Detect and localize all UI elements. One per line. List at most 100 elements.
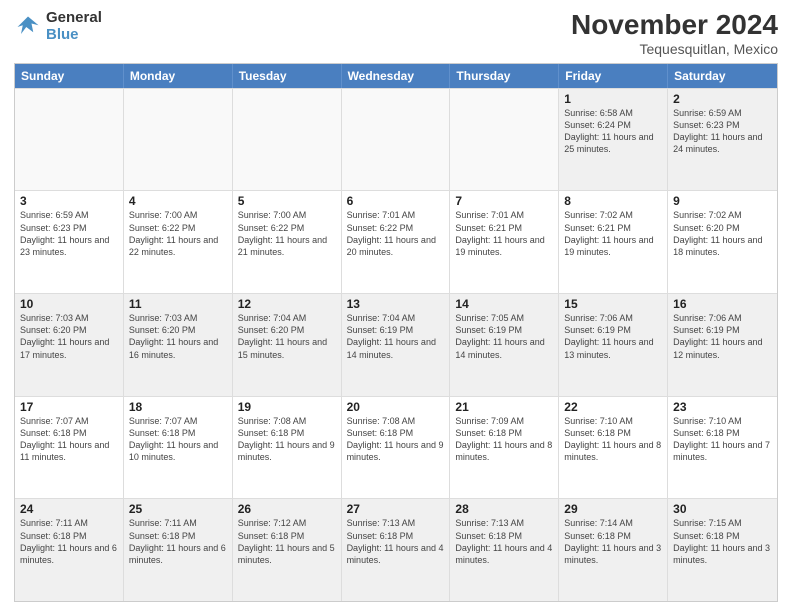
cal-cell-15: 15Sunrise: 7:06 AM Sunset: 6:19 PM Dayli… bbox=[559, 294, 668, 396]
cal-cell-20: 20Sunrise: 7:08 AM Sunset: 6:18 PM Dayli… bbox=[342, 397, 451, 499]
day-number: 10 bbox=[20, 297, 118, 311]
cal-cell-17: 17Sunrise: 7:07 AM Sunset: 6:18 PM Dayli… bbox=[15, 397, 124, 499]
day-number: 9 bbox=[673, 194, 772, 208]
day-number: 14 bbox=[455, 297, 553, 311]
logo-icon bbox=[14, 13, 42, 41]
day-info: Sunrise: 7:10 AM Sunset: 6:18 PM Dayligh… bbox=[564, 415, 662, 464]
header-day-friday: Friday bbox=[559, 64, 668, 88]
day-info: Sunrise: 7:11 AM Sunset: 6:18 PM Dayligh… bbox=[20, 517, 118, 566]
header-day-wednesday: Wednesday bbox=[342, 64, 451, 88]
logo-line2: Blue bbox=[46, 27, 102, 44]
day-number: 3 bbox=[20, 194, 118, 208]
day-info: Sunrise: 7:01 AM Sunset: 6:22 PM Dayligh… bbox=[347, 209, 445, 258]
day-info: Sunrise: 7:14 AM Sunset: 6:18 PM Dayligh… bbox=[564, 517, 662, 566]
day-info: Sunrise: 7:08 AM Sunset: 6:18 PM Dayligh… bbox=[238, 415, 336, 464]
page: General Blue November 2024 Tequesquitlan… bbox=[0, 0, 792, 612]
cal-cell-29: 29Sunrise: 7:14 AM Sunset: 6:18 PM Dayli… bbox=[559, 499, 668, 601]
day-info: Sunrise: 7:03 AM Sunset: 6:20 PM Dayligh… bbox=[20, 312, 118, 361]
header-day-sunday: Sunday bbox=[15, 64, 124, 88]
cal-cell-empty-0-4 bbox=[450, 89, 559, 191]
header-day-tuesday: Tuesday bbox=[233, 64, 342, 88]
cal-cell-empty-0-3 bbox=[342, 89, 451, 191]
day-number: 22 bbox=[564, 400, 662, 414]
day-info: Sunrise: 7:06 AM Sunset: 6:19 PM Dayligh… bbox=[673, 312, 772, 361]
day-number: 1 bbox=[564, 92, 662, 106]
day-number: 12 bbox=[238, 297, 336, 311]
day-info: Sunrise: 7:15 AM Sunset: 6:18 PM Dayligh… bbox=[673, 517, 772, 566]
cal-cell-30: 30Sunrise: 7:15 AM Sunset: 6:18 PM Dayli… bbox=[668, 499, 777, 601]
day-number: 5 bbox=[238, 194, 336, 208]
cal-cell-8: 8Sunrise: 7:02 AM Sunset: 6:21 PM Daylig… bbox=[559, 191, 668, 293]
day-info: Sunrise: 7:00 AM Sunset: 6:22 PM Dayligh… bbox=[238, 209, 336, 258]
day-info: Sunrise: 7:02 AM Sunset: 6:20 PM Dayligh… bbox=[673, 209, 772, 258]
header-day-monday: Monday bbox=[124, 64, 233, 88]
day-number: 27 bbox=[347, 502, 445, 516]
day-number: 26 bbox=[238, 502, 336, 516]
day-info: Sunrise: 7:10 AM Sunset: 6:18 PM Dayligh… bbox=[673, 415, 772, 464]
cal-cell-2: 2Sunrise: 6:59 AM Sunset: 6:23 PM Daylig… bbox=[668, 89, 777, 191]
day-number: 24 bbox=[20, 502, 118, 516]
cal-cell-4: 4Sunrise: 7:00 AM Sunset: 6:22 PM Daylig… bbox=[124, 191, 233, 293]
cal-cell-23: 23Sunrise: 7:10 AM Sunset: 6:18 PM Dayli… bbox=[668, 397, 777, 499]
day-info: Sunrise: 6:59 AM Sunset: 6:23 PM Dayligh… bbox=[673, 107, 772, 156]
day-info: Sunrise: 7:12 AM Sunset: 6:18 PM Dayligh… bbox=[238, 517, 336, 566]
cal-cell-18: 18Sunrise: 7:07 AM Sunset: 6:18 PM Dayli… bbox=[124, 397, 233, 499]
cal-cell-7: 7Sunrise: 7:01 AM Sunset: 6:21 PM Daylig… bbox=[450, 191, 559, 293]
cal-cell-16: 16Sunrise: 7:06 AM Sunset: 6:19 PM Dayli… bbox=[668, 294, 777, 396]
calendar-row-1: 3Sunrise: 6:59 AM Sunset: 6:23 PM Daylig… bbox=[15, 190, 777, 293]
cal-cell-26: 26Sunrise: 7:12 AM Sunset: 6:18 PM Dayli… bbox=[233, 499, 342, 601]
logo-line1: General bbox=[46, 10, 102, 27]
day-info: Sunrise: 7:13 AM Sunset: 6:18 PM Dayligh… bbox=[455, 517, 553, 566]
cal-cell-21: 21Sunrise: 7:09 AM Sunset: 6:18 PM Dayli… bbox=[450, 397, 559, 499]
header-day-saturday: Saturday bbox=[668, 64, 777, 88]
day-info: Sunrise: 6:59 AM Sunset: 6:23 PM Dayligh… bbox=[20, 209, 118, 258]
day-number: 11 bbox=[129, 297, 227, 311]
day-number: 8 bbox=[564, 194, 662, 208]
day-info: Sunrise: 7:04 AM Sunset: 6:19 PM Dayligh… bbox=[347, 312, 445, 361]
cal-cell-24: 24Sunrise: 7:11 AM Sunset: 6:18 PM Dayli… bbox=[15, 499, 124, 601]
day-info: Sunrise: 7:01 AM Sunset: 6:21 PM Dayligh… bbox=[455, 209, 553, 258]
calendar-row-0: 1Sunrise: 6:58 AM Sunset: 6:24 PM Daylig… bbox=[15, 88, 777, 191]
day-number: 13 bbox=[347, 297, 445, 311]
day-info: Sunrise: 7:07 AM Sunset: 6:18 PM Dayligh… bbox=[129, 415, 227, 464]
cal-cell-6: 6Sunrise: 7:01 AM Sunset: 6:22 PM Daylig… bbox=[342, 191, 451, 293]
cal-cell-9: 9Sunrise: 7:02 AM Sunset: 6:20 PM Daylig… bbox=[668, 191, 777, 293]
day-info: Sunrise: 7:11 AM Sunset: 6:18 PM Dayligh… bbox=[129, 517, 227, 566]
day-info: Sunrise: 7:07 AM Sunset: 6:18 PM Dayligh… bbox=[20, 415, 118, 464]
day-number: 25 bbox=[129, 502, 227, 516]
day-number: 16 bbox=[673, 297, 772, 311]
calendar-row-3: 17Sunrise: 7:07 AM Sunset: 6:18 PM Dayli… bbox=[15, 396, 777, 499]
cal-cell-empty-0-2 bbox=[233, 89, 342, 191]
calendar-row-4: 24Sunrise: 7:11 AM Sunset: 6:18 PM Dayli… bbox=[15, 498, 777, 601]
cal-cell-22: 22Sunrise: 7:10 AM Sunset: 6:18 PM Dayli… bbox=[559, 397, 668, 499]
day-number: 7 bbox=[455, 194, 553, 208]
day-info: Sunrise: 7:04 AM Sunset: 6:20 PM Dayligh… bbox=[238, 312, 336, 361]
cal-cell-28: 28Sunrise: 7:13 AM Sunset: 6:18 PM Dayli… bbox=[450, 499, 559, 601]
cal-cell-10: 10Sunrise: 7:03 AM Sunset: 6:20 PM Dayli… bbox=[15, 294, 124, 396]
day-number: 19 bbox=[238, 400, 336, 414]
cal-cell-13: 13Sunrise: 7:04 AM Sunset: 6:19 PM Dayli… bbox=[342, 294, 451, 396]
day-number: 21 bbox=[455, 400, 553, 414]
cal-cell-25: 25Sunrise: 7:11 AM Sunset: 6:18 PM Dayli… bbox=[124, 499, 233, 601]
main-title: November 2024 bbox=[571, 10, 778, 41]
cal-cell-5: 5Sunrise: 7:00 AM Sunset: 6:22 PM Daylig… bbox=[233, 191, 342, 293]
header: General Blue November 2024 Tequesquitlan… bbox=[14, 10, 778, 57]
day-info: Sunrise: 7:08 AM Sunset: 6:18 PM Dayligh… bbox=[347, 415, 445, 464]
title-block: November 2024 Tequesquitlan, Mexico bbox=[571, 10, 778, 57]
day-number: 23 bbox=[673, 400, 772, 414]
day-number: 15 bbox=[564, 297, 662, 311]
day-info: Sunrise: 7:00 AM Sunset: 6:22 PM Dayligh… bbox=[129, 209, 227, 258]
cal-cell-1: 1Sunrise: 6:58 AM Sunset: 6:24 PM Daylig… bbox=[559, 89, 668, 191]
cal-cell-11: 11Sunrise: 7:03 AM Sunset: 6:20 PM Dayli… bbox=[124, 294, 233, 396]
day-info: Sunrise: 7:03 AM Sunset: 6:20 PM Dayligh… bbox=[129, 312, 227, 361]
logo-text: General Blue bbox=[46, 10, 102, 43]
header-day-thursday: Thursday bbox=[450, 64, 559, 88]
calendar-header: SundayMondayTuesdayWednesdayThursdayFrid… bbox=[15, 64, 777, 88]
cal-cell-19: 19Sunrise: 7:08 AM Sunset: 6:18 PM Dayli… bbox=[233, 397, 342, 499]
day-info: Sunrise: 6:58 AM Sunset: 6:24 PM Dayligh… bbox=[564, 107, 662, 156]
cal-cell-12: 12Sunrise: 7:04 AM Sunset: 6:20 PM Dayli… bbox=[233, 294, 342, 396]
cal-cell-27: 27Sunrise: 7:13 AM Sunset: 6:18 PM Dayli… bbox=[342, 499, 451, 601]
subtitle: Tequesquitlan, Mexico bbox=[571, 41, 778, 57]
day-info: Sunrise: 7:05 AM Sunset: 6:19 PM Dayligh… bbox=[455, 312, 553, 361]
day-number: 18 bbox=[129, 400, 227, 414]
